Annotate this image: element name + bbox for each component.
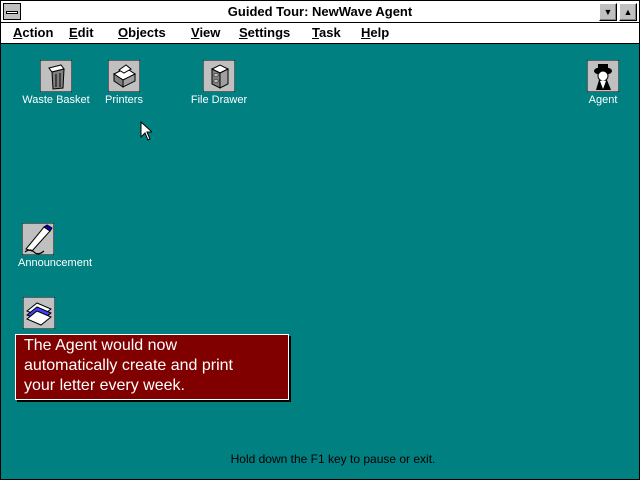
printers-label: Printers [105,94,143,106]
file-drawer-icon [202,59,236,93]
agent-label: Agent [588,94,618,106]
window-title: Guided Tour: NewWave Agent [227,4,413,19]
message-line: your letter every week. [24,377,185,394]
tour-message-box: The Agent would now automatically create… [15,334,289,400]
maximize-button[interactable]: ▲ [619,3,637,21]
announcement-icon [21,222,55,256]
file-drawer-label: File Drawer [190,94,248,106]
title-bar[interactable]: Guided Tour: NewWave Agent ▼ ▲ [1,1,639,23]
waste-basket-label: Waste Basket [22,94,90,106]
file-drawer-object[interactable]: File Drawer [187,59,251,106]
menu-help[interactable]: Help [361,23,389,43]
announcement-label: Announcement [18,257,92,269]
mouse-pointer-icon [140,121,152,141]
menu-view[interactable]: View [191,23,220,43]
menu-action[interactable]: Action [13,23,53,43]
newwave-window: Guided Tour: NewWave Agent ▼ ▲ Action Ed… [0,0,640,480]
menu-settings[interactable]: Settings [239,23,290,43]
menu-edit[interactable]: Edit [69,23,94,43]
menu-bar: Action Edit Objects View Settings Task H… [1,23,639,44]
printers-object[interactable]: Printers [101,59,147,106]
agent-icon [586,59,620,93]
announcement-object[interactable]: Announcement [17,222,93,269]
document-stack-object[interactable] [21,296,57,331]
printer-icon [107,59,141,93]
message-line: The Agent would now [24,337,177,354]
message-line: automatically create and print [24,357,233,374]
waste-basket-icon [39,59,73,93]
menu-task[interactable]: Task [312,23,341,43]
menu-objects[interactable]: Objects [118,23,166,43]
agent-object[interactable]: Agent [585,59,621,106]
minimize-button[interactable]: ▼ [599,3,617,21]
waste-basket-object[interactable]: Waste Basket [17,59,95,106]
document-stack-icon [22,296,56,330]
pause-hint: Hold down the F1 key to pause or exit. [230,452,436,466]
